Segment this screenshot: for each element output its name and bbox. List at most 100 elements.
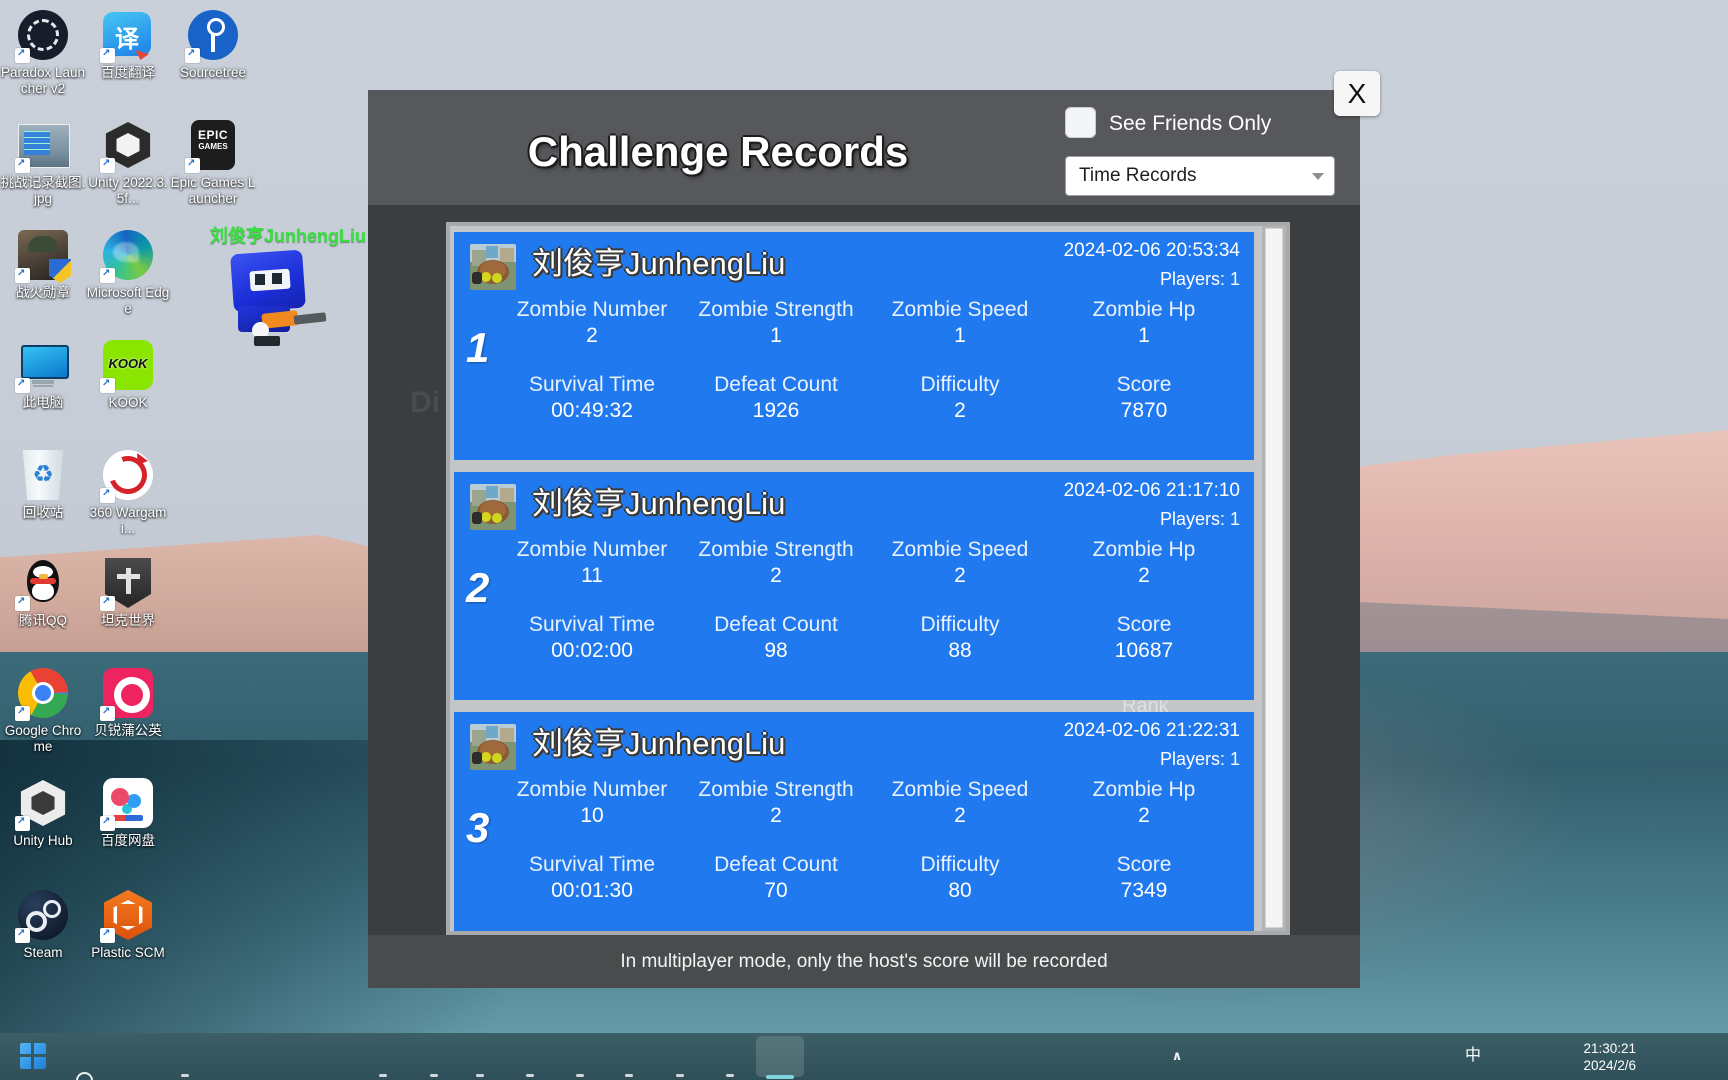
shortcut-arrow-icon	[185, 48, 200, 63]
icon-label: Steam	[23, 945, 62, 961]
record-player-name: 刘俊亨JunhengLiu	[532, 718, 785, 763]
shortcut-arrow-icon	[15, 596, 30, 611]
clock-time: 21:30:21	[1558, 1040, 1636, 1057]
record-datetime: 2024-02-06 21:17:10	[1064, 480, 1240, 502]
active-app-indicator	[766, 1075, 794, 1079]
stat-score: Score7349	[1052, 851, 1236, 904]
record-stats: Zombie Number11 Zombie Strength2 Zombie …	[500, 536, 1236, 664]
record-card-3: 刘俊亨JunhengLiu 2024-02-06 21:22:31 Player…	[454, 712, 1254, 935]
gap-ghost-wrap: Rank	[450, 700, 1262, 712]
desktop-icon-this-pc[interactable]: 此电脑	[0, 340, 86, 411]
desktop-icon-epic-games[interactable]: Epic Games Launcher	[170, 120, 256, 207]
active-app-highlight[interactable]	[756, 1036, 804, 1077]
desktop-icon-baidu-netdisk[interactable]: 百度网盘	[85, 778, 171, 849]
shortcut-arrow-icon	[15, 48, 30, 63]
challenge-records-dialog: Di Challenge Records See Friends Only Ti…	[368, 90, 1360, 988]
recycle-bin-icon	[21, 450, 65, 500]
records-filter-dropdown[interactable]: Time Records	[1065, 156, 1335, 196]
player-avatar	[470, 724, 516, 770]
running-indicator	[526, 1074, 534, 1077]
record-rank: 2	[466, 564, 489, 612]
desktop-icon-wargaming[interactable]: 360 Wargami...	[85, 450, 171, 537]
desktop-icon-baidu-translate[interactable]: 百度翻译	[85, 10, 171, 81]
multiplayer-note: In multiplayer mode, only the host's sco…	[368, 935, 1360, 988]
record-rank: 3	[466, 804, 489, 852]
stat-zombie-speed: Zombie Speed2	[868, 536, 1052, 589]
scrollbar-track[interactable]	[1262, 226, 1286, 931]
stat-zombie-hp: Zombie Hp2	[1052, 536, 1236, 589]
shortcut-arrow-icon	[15, 928, 30, 943]
stat-difficulty: Difficulty80	[868, 851, 1052, 904]
icon-label: Unity 2022.3.5f...	[85, 175, 171, 207]
desktop-icon-warfire[interactable]: 战火勋章	[0, 230, 86, 301]
records-list: 刘俊亨JunhengLiu 2024-02-06 20:53:34 Player…	[446, 222, 1290, 935]
shortcut-arrow-icon	[185, 158, 200, 173]
desktop-icon-screenshot-jpg[interactable]: 挑战记录截图.jpg	[0, 120, 86, 207]
icon-label: 360 Wargami...	[85, 505, 171, 537]
desktop-icon-oray[interactable]: 贝锐蒲公英	[85, 668, 171, 739]
record-players-count: Players: 1	[1160, 749, 1240, 770]
desktop-icon-wot[interactable]: 坦克世界	[85, 558, 171, 629]
background-ghost-rank: Rank	[1122, 700, 1169, 712]
shortcut-arrow-icon	[15, 268, 30, 283]
running-indicator	[379, 1074, 387, 1077]
record-stats: Zombie Number10 Zombie Strength2 Zombie …	[500, 776, 1236, 904]
tray-expand-chevron-icon[interactable]: ∧	[1167, 1046, 1187, 1066]
icon-label: 此电脑	[23, 395, 64, 411]
shortcut-arrow-icon	[15, 706, 30, 721]
icon-label: Paradox Launcher v2	[0, 65, 86, 97]
player-nameplate: 刘俊亨JunhengLiu	[210, 222, 366, 248]
shortcut-arrow-icon	[100, 268, 115, 283]
icon-label: Sourcetree	[180, 65, 246, 81]
desktop-icon-edge[interactable]: Microsoft Edge	[85, 230, 171, 317]
desktop-icon-paradox[interactable]: Paradox Launcher v2	[0, 10, 86, 97]
taskbar-clock[interactable]: 21:30:21 2024/2/6	[1558, 1040, 1636, 1074]
stat-zombie-number: Zombie Number11	[500, 536, 684, 589]
desktop-icon-chrome[interactable]: Google Chrome	[0, 668, 86, 755]
icon-label: 挑战记录截图.jpg	[0, 175, 86, 207]
running-indicator	[676, 1074, 684, 1077]
shortcut-arrow-icon	[100, 488, 115, 503]
stat-survival-time: Survival Time00:49:32	[500, 371, 684, 424]
stat-zombie-number: Zombie Number10	[500, 776, 684, 829]
desktop-icon-unity-editor[interactable]: Unity 2022.3.5f...	[85, 120, 171, 207]
running-indicator	[430, 1074, 438, 1077]
desktop-icon-steam[interactable]: Steam	[0, 890, 86, 961]
icon-label: Microsoft Edge	[85, 285, 171, 317]
desktop-icon-plastic-scm[interactable]: Plastic SCM	[85, 890, 171, 961]
clock-date: 2024/2/6	[1558, 1057, 1636, 1074]
search-icon[interactable]	[73, 1069, 99, 1080]
desktop-icon-qq[interactable]: 腾讯QQ	[0, 558, 86, 629]
stat-difficulty: Difficulty88	[868, 611, 1052, 664]
stat-defeat-count: Defeat Count1926	[684, 371, 868, 424]
shortcut-arrow-icon	[100, 378, 115, 393]
desktop-icon-unity-hub[interactable]: Unity Hub	[0, 778, 86, 849]
stat-zombie-speed: Zombie Speed1	[868, 296, 1052, 349]
player-avatar	[470, 244, 516, 290]
shortcut-arrow-icon	[100, 596, 115, 611]
record-stats: Zombie Number2 Zombie Strength1 Zombie S…	[500, 296, 1236, 424]
desktop-icon-recycle-bin[interactable]: 回收站	[0, 450, 86, 521]
icon-label: 百度翻译	[101, 65, 155, 81]
desktop-icon-sourcetree[interactable]: Sourcetree	[170, 10, 256, 81]
see-friends-checkbox[interactable]	[1065, 107, 1096, 138]
icon-label: 百度网盘	[101, 833, 155, 849]
icon-label: Plastic SCM	[91, 945, 165, 961]
running-indicator	[726, 1074, 734, 1077]
shortcut-arrow-icon	[15, 378, 30, 393]
close-button[interactable]: X	[1334, 71, 1380, 116]
record-card-1: 刘俊亨JunhengLiu 2024-02-06 20:53:34 Player…	[454, 232, 1254, 460]
ime-indicator[interactable]: 中	[1463, 1046, 1483, 1066]
record-rank: 1	[466, 324, 489, 372]
scrollbar-thumb[interactable]	[1265, 228, 1283, 928]
stat-zombie-speed: Zombie Speed2	[868, 776, 1052, 829]
shortcut-arrow-icon	[15, 816, 30, 831]
shortcut-arrow-icon	[100, 706, 115, 721]
icon-label: Google Chrome	[0, 723, 86, 755]
start-button-icon[interactable]	[20, 1043, 46, 1069]
record-card-2: 刘俊亨JunhengLiu 2024-02-06 21:17:10 Player…	[454, 472, 1254, 700]
icon-label: 贝锐蒲公英	[94, 723, 162, 739]
record-datetime: 2024-02-06 21:22:31	[1064, 720, 1240, 742]
desktop-icon-kook[interactable]: KOOK	[85, 340, 171, 411]
character-gun-barrel	[294, 312, 327, 324]
